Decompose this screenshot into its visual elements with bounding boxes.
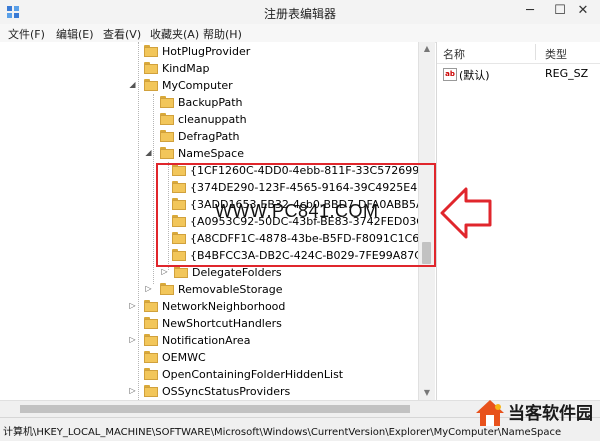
- menu-file[interactable]: 文件(F): [8, 26, 45, 42]
- string-value-icon: ab: [443, 68, 457, 81]
- folder-icon: [160, 283, 174, 295]
- scroll-down-icon[interactable]: ▼: [419, 386, 435, 400]
- collapse-chevron-icon[interactable]: ◢: [144, 148, 153, 157]
- folder-icon: [174, 266, 188, 278]
- folder-icon: [144, 45, 158, 57]
- menu-view[interactable]: 查看(V): [103, 26, 141, 42]
- menu-edit[interactable]: 编辑(E): [56, 26, 94, 42]
- folder-icon: [160, 96, 174, 108]
- menu-bar: 文件(F) 编辑(E) 查看(V) 收藏夹(A) 帮助(H): [0, 24, 600, 43]
- title-bar: 注册表编辑器 ─ ☐ ✕: [0, 0, 600, 25]
- folder-icon: [144, 334, 158, 346]
- expand-chevron-icon[interactable]: ▷: [144, 284, 153, 293]
- value-name: (默认): [459, 69, 490, 82]
- expand-chevron-icon[interactable]: ▷: [128, 301, 137, 310]
- watermark: WWW.PC841.COM: [215, 201, 379, 221]
- folder-icon: [144, 62, 158, 74]
- expand-chevron-icon[interactable]: ▷: [160, 267, 169, 276]
- column-header-name[interactable]: 名称: [443, 46, 465, 62]
- folder-icon: [160, 147, 174, 159]
- pointer-arrow-icon: [440, 187, 492, 239]
- folder-icon: [144, 368, 158, 380]
- scrollbar-thumb[interactable]: [20, 405, 410, 413]
- folder-icon: [144, 385, 158, 397]
- column-header-type[interactable]: 类型: [545, 46, 567, 62]
- house-logo-icon: [476, 400, 504, 426]
- menu-favorites[interactable]: 收藏夹(A): [150, 26, 199, 42]
- folder-icon: [144, 351, 158, 363]
- value-type: REG_SZ: [545, 67, 589, 80]
- expand-chevron-icon[interactable]: ▷: [128, 335, 137, 344]
- folder-icon: [144, 300, 158, 312]
- expand-chevron-icon[interactable]: ▷: [128, 386, 137, 395]
- scroll-up-icon[interactable]: ▲: [419, 42, 435, 56]
- folder-icon: [160, 113, 174, 125]
- close-button[interactable]: ✕: [566, 0, 600, 22]
- folder-icon: [144, 317, 158, 329]
- collapse-chevron-icon[interactable]: ◢: [128, 80, 137, 89]
- menu-help[interactable]: 帮助(H): [203, 26, 242, 42]
- site-logo: 当客软件园: [470, 393, 598, 437]
- logo-text: 当客软件园: [508, 404, 593, 424]
- folder-icon: [144, 79, 158, 91]
- folder-icon: [160, 130, 174, 142]
